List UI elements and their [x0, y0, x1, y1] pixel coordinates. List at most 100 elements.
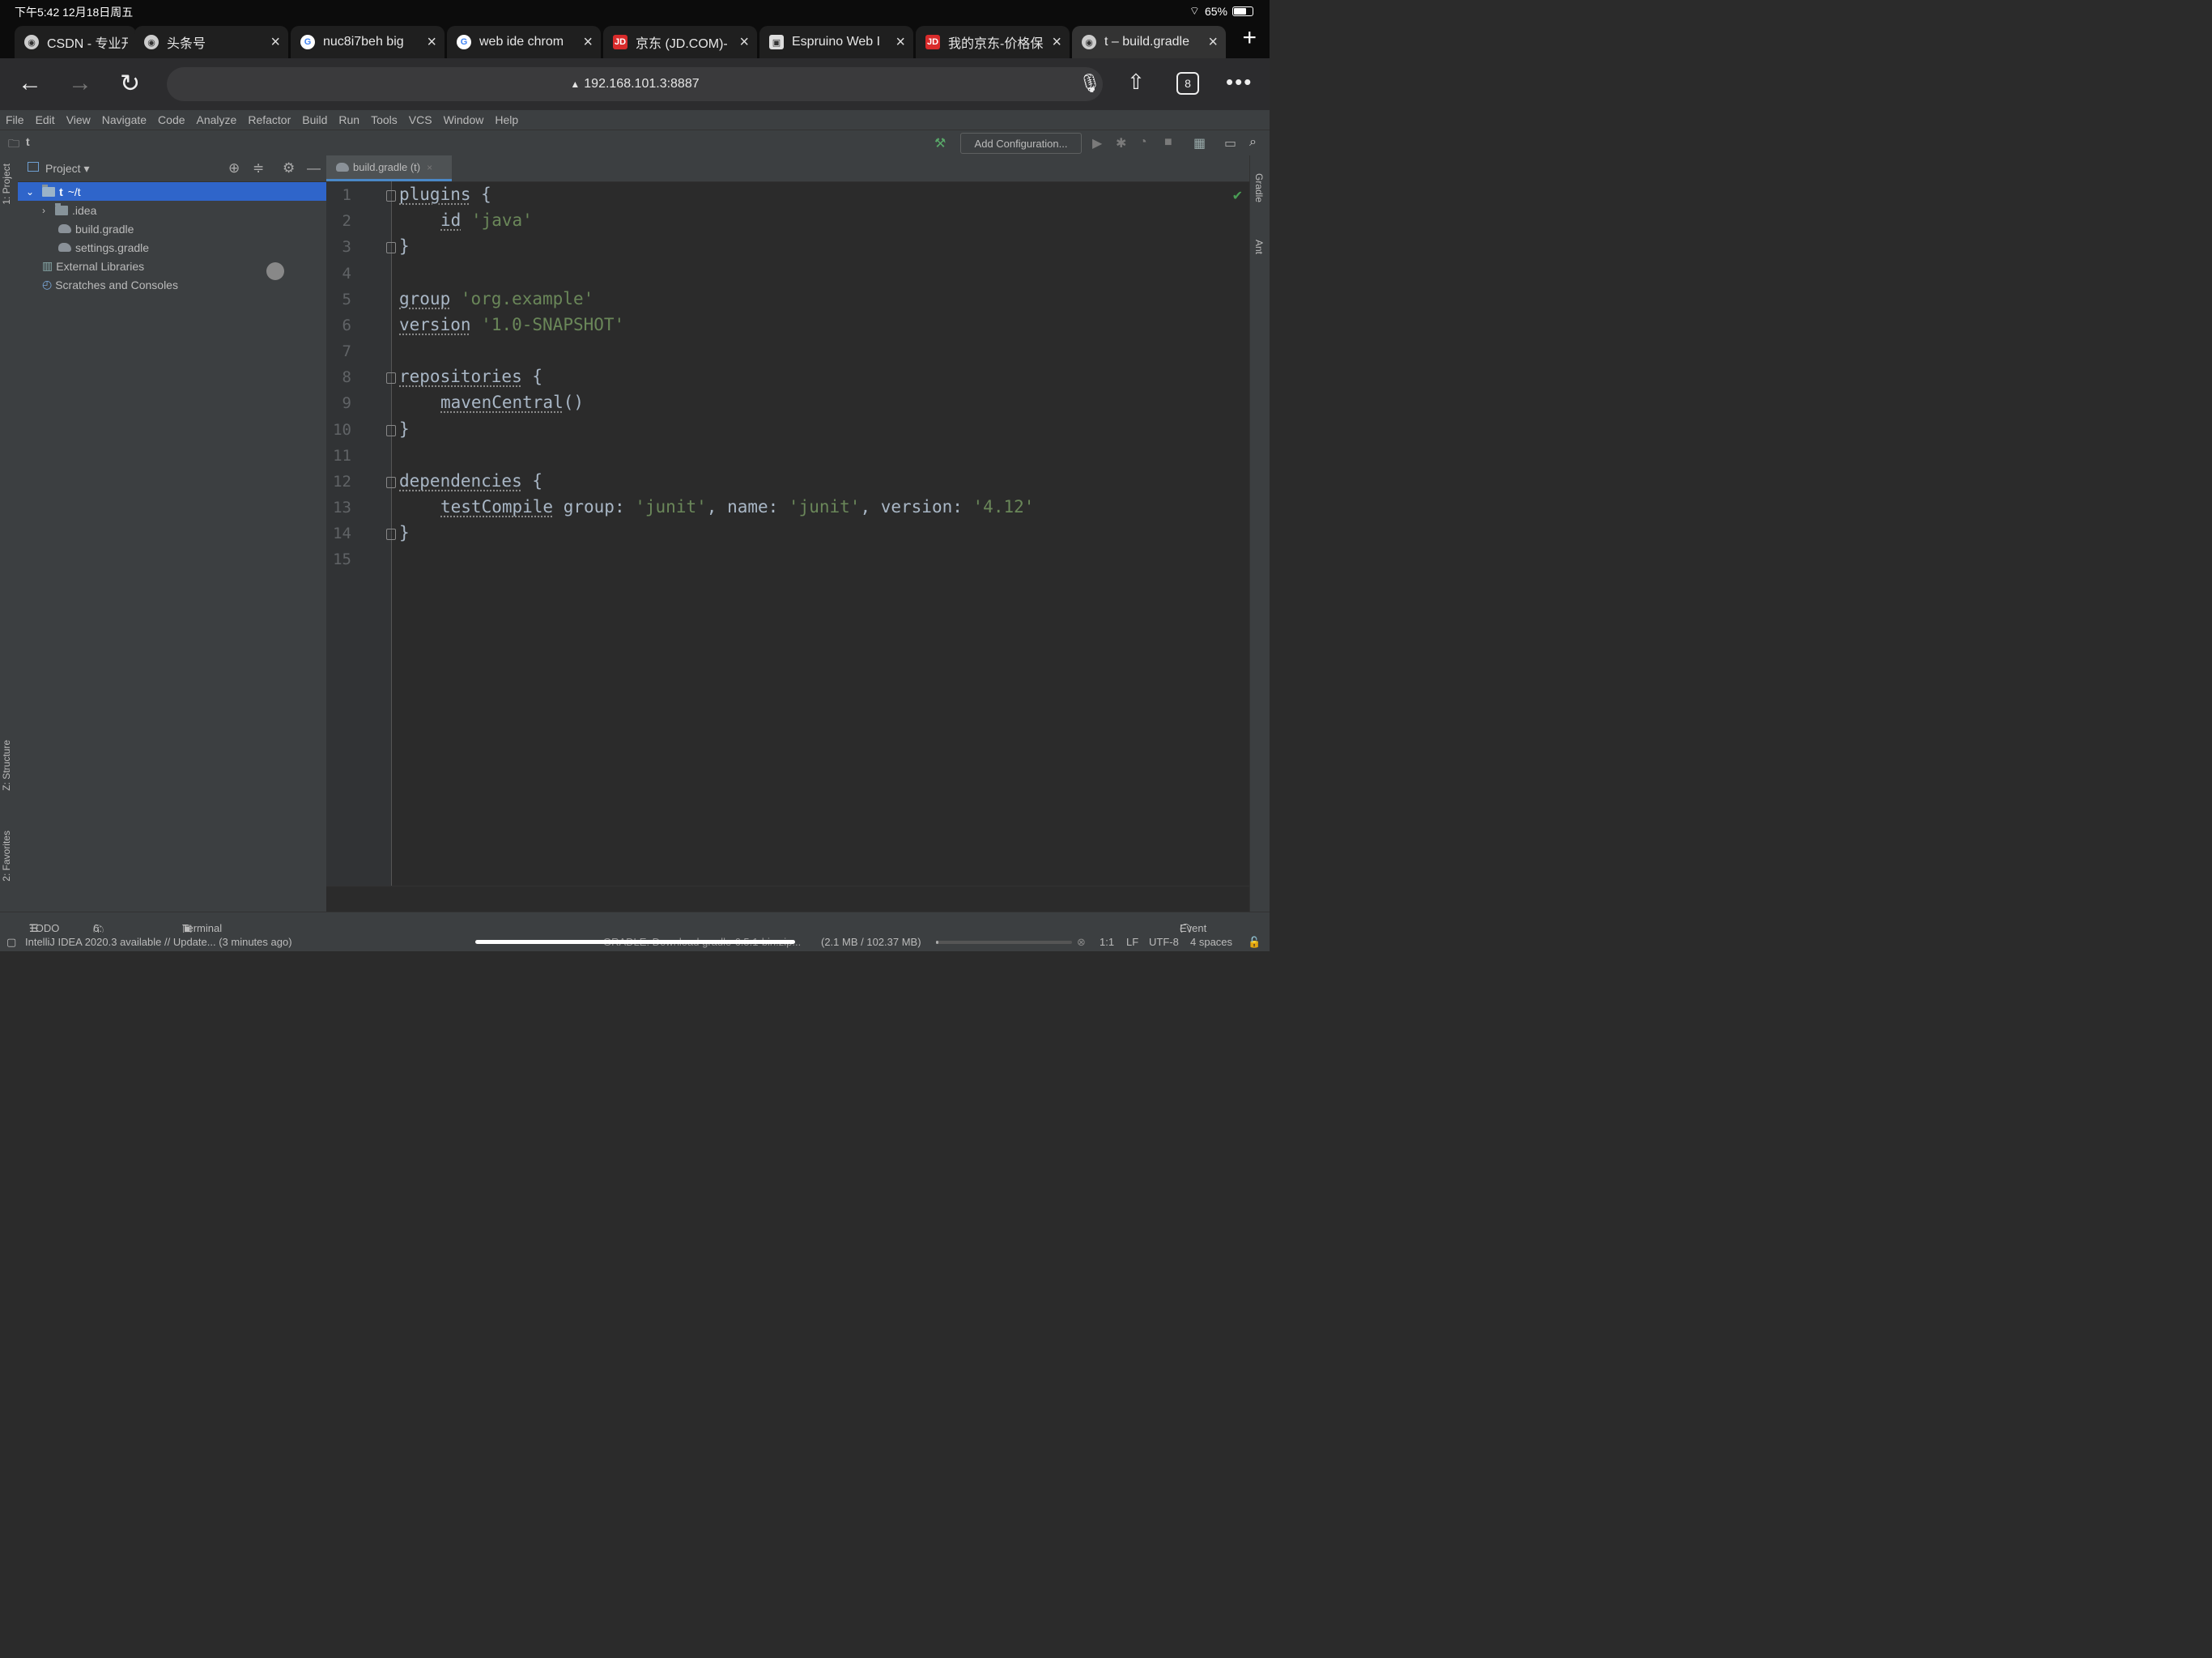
tool-tab-structure[interactable]: Z: Structure	[1, 740, 12, 791]
menu-navigate[interactable]: Navigate	[96, 113, 152, 126]
tool-tab-ant[interactable]: Ant	[1253, 240, 1265, 254]
battery-percent: 65%	[1204, 5, 1227, 18]
editor-tab-build-gradle[interactable]: build.gradle (t) ×	[326, 155, 452, 181]
indent-setting[interactable]: 4 spaces	[1190, 936, 1232, 948]
cancel-task-icon[interactable]: ⊗	[1077, 936, 1086, 949]
close-tab-icon[interactable]: ×	[1052, 33, 1061, 52]
menu-tools[interactable]: Tools	[365, 113, 403, 126]
hide-icon[interactable]: —	[307, 160, 321, 176]
breadcrumb-project[interactable]: t	[26, 135, 30, 148]
project-view-selector[interactable]: Project ▾	[45, 162, 90, 176]
menu-edit[interactable]: Edit	[30, 113, 61, 126]
home-indicator	[475, 940, 795, 944]
menu-window[interactable]: Window	[438, 113, 490, 126]
code-token: }	[399, 523, 410, 542]
code-line: group 'org.example'	[399, 289, 593, 308]
tab-title: 京东 (JD.COM)-	[636, 37, 728, 51]
code-line: id 'java'	[440, 210, 533, 230]
browser-tab-strip: ◉ CSDN - 专业开 ◉ 头条号 × G nuc8i7beh big × G…	[0, 23, 1270, 58]
menu-help[interactable]: Help	[489, 113, 524, 126]
warning-icon: ▲	[570, 79, 581, 90]
tool-tab-project[interactable]: 1: Project	[1, 164, 12, 205]
tab-title: 头条号	[167, 37, 206, 51]
forward-icon[interactable]: →	[68, 70, 92, 97]
status-window-icon[interactable]: ▢	[6, 936, 16, 949]
code-token: {	[521, 471, 543, 491]
inspection-ok-icon[interactable]: ✔	[1232, 188, 1243, 204]
file-encoding[interactable]: UTF-8	[1149, 936, 1179, 948]
tab-title: Espruino Web I	[792, 35, 881, 49]
menu-code[interactable]: Code	[152, 113, 190, 126]
close-tab-icon[interactable]: ×	[895, 33, 905, 52]
background-task-progress	[936, 941, 1072, 944]
stop-icon[interactable]: ■	[1164, 135, 1172, 150]
gear-icon[interactable]: ⚙	[283, 160, 295, 176]
lock-icon[interactable]: 🔓	[1248, 936, 1261, 949]
code-token: }	[399, 419, 410, 439]
window-icon[interactable]: ▭	[1224, 135, 1236, 151]
code-token: repositories	[399, 367, 522, 386]
menu-run[interactable]: Run	[333, 113, 365, 126]
caret-position[interactable]: 1:1	[1100, 936, 1114, 948]
browser-tab[interactable]: G web ide chrom ×	[447, 26, 601, 58]
browser-tab[interactable]: JD 京东 (JD.COM)- ×	[603, 26, 757, 58]
status-message[interactable]: IntelliJ IDEA 2020.3 available // Update…	[25, 936, 292, 948]
tab-title: CSDN - 专业开	[47, 37, 128, 51]
tree-node-label: Scratches and Consoles	[55, 278, 178, 291]
scratches-icon: ◴	[42, 278, 53, 291]
new-tab-icon[interactable]: +	[1242, 24, 1257, 52]
menu-refactor[interactable]: Refactor	[242, 113, 296, 126]
line-separator[interactable]: LF	[1126, 936, 1138, 948]
code-token: ,	[706, 497, 728, 517]
reload-icon[interactable]: ↻	[120, 70, 140, 98]
close-icon[interactable]: ×	[427, 162, 432, 173]
tree-node-root[interactable]: ⌄ t ~/t	[18, 182, 326, 201]
address-bar[interactable]: ▲ 192.168.101.3:8887	[167, 67, 1103, 101]
microphone-icon[interactable]: 🎙	[1078, 73, 1101, 94]
browser-tab[interactable]: JD 我的京东-价格保 ×	[916, 26, 1070, 58]
project-view-icon	[28, 162, 39, 172]
more-icon[interactable]: •••	[1226, 70, 1253, 95]
code-line: }	[399, 419, 410, 439]
back-icon[interactable]: ←	[18, 70, 42, 97]
build-hammer-icon[interactable]: ⚒	[934, 135, 946, 151]
code-token: {	[521, 367, 543, 386]
tab-count-button[interactable]: 8	[1176, 72, 1199, 95]
close-tab-icon[interactable]: ×	[427, 33, 436, 52]
code-token: group:	[563, 497, 636, 517]
editor-horizontal-scrollbar[interactable]	[326, 886, 1249, 912]
project-structure-icon[interactable]: ▦	[1193, 135, 1206, 151]
close-tab-icon[interactable]: ×	[583, 33, 593, 52]
menu-vcs[interactable]: VCS	[403, 113, 438, 126]
project-folder-icon: 🗀	[8, 137, 19, 150]
browser-tab[interactable]: ◉ CSDN - 专业开	[15, 26, 136, 58]
share-icon[interactable]: ⇧	[1127, 70, 1145, 95]
tool-tab-favorites[interactable]: 2: Favorites	[1, 831, 12, 882]
menu-view[interactable]: View	[61, 113, 96, 126]
tree-node-idea[interactable]: › .idea	[18, 201, 326, 219]
ide-toolbar: 🗀 t ⚒ Add Configuration... ▶ ✱ ◔ ■ ▦ ▭ ⌕	[0, 130, 1270, 155]
close-tab-icon[interactable]: ×	[270, 33, 280, 52]
debug-icon[interactable]: ✱	[1116, 135, 1126, 151]
code-text[interactable]: plugins { id 'java' } group 'org.example…	[326, 181, 1249, 886]
browser-tab[interactable]: ▣ Espruino Web I ×	[759, 26, 913, 58]
menu-analyze[interactable]: Analyze	[191, 113, 243, 126]
close-tab-icon[interactable]: ×	[739, 33, 749, 52]
gradle-file-icon	[58, 224, 71, 233]
coverage-icon[interactable]: ◔	[1139, 135, 1147, 150]
folder-icon	[55, 202, 68, 215]
menu-build[interactable]: Build	[296, 113, 333, 126]
search-icon[interactable]: ⌕	[1249, 135, 1257, 150]
browser-tab[interactable]: ◉ 头条号 ×	[134, 26, 288, 58]
add-configuration-button[interactable]: Add Configuration...	[960, 133, 1082, 154]
collapse-all-icon[interactable]: ≑	[253, 160, 264, 176]
tool-tab-gradle[interactable]: Gradle	[1253, 173, 1265, 202]
tree-node-settings-gradle[interactable]: settings.gradle	[18, 238, 326, 257]
locate-icon[interactable]: ⊕	[228, 160, 240, 176]
menu-file[interactable]: File	[0, 113, 30, 126]
tree-node-build-gradle[interactable]: build.gradle	[18, 219, 326, 238]
close-tab-icon[interactable]: ×	[1208, 33, 1218, 52]
browser-tab[interactable]: G nuc8i7beh big ×	[291, 26, 445, 58]
browser-tab-active[interactable]: ◉ t – build.gradle ×	[1072, 26, 1226, 58]
run-icon[interactable]: ▶	[1092, 135, 1102, 151]
